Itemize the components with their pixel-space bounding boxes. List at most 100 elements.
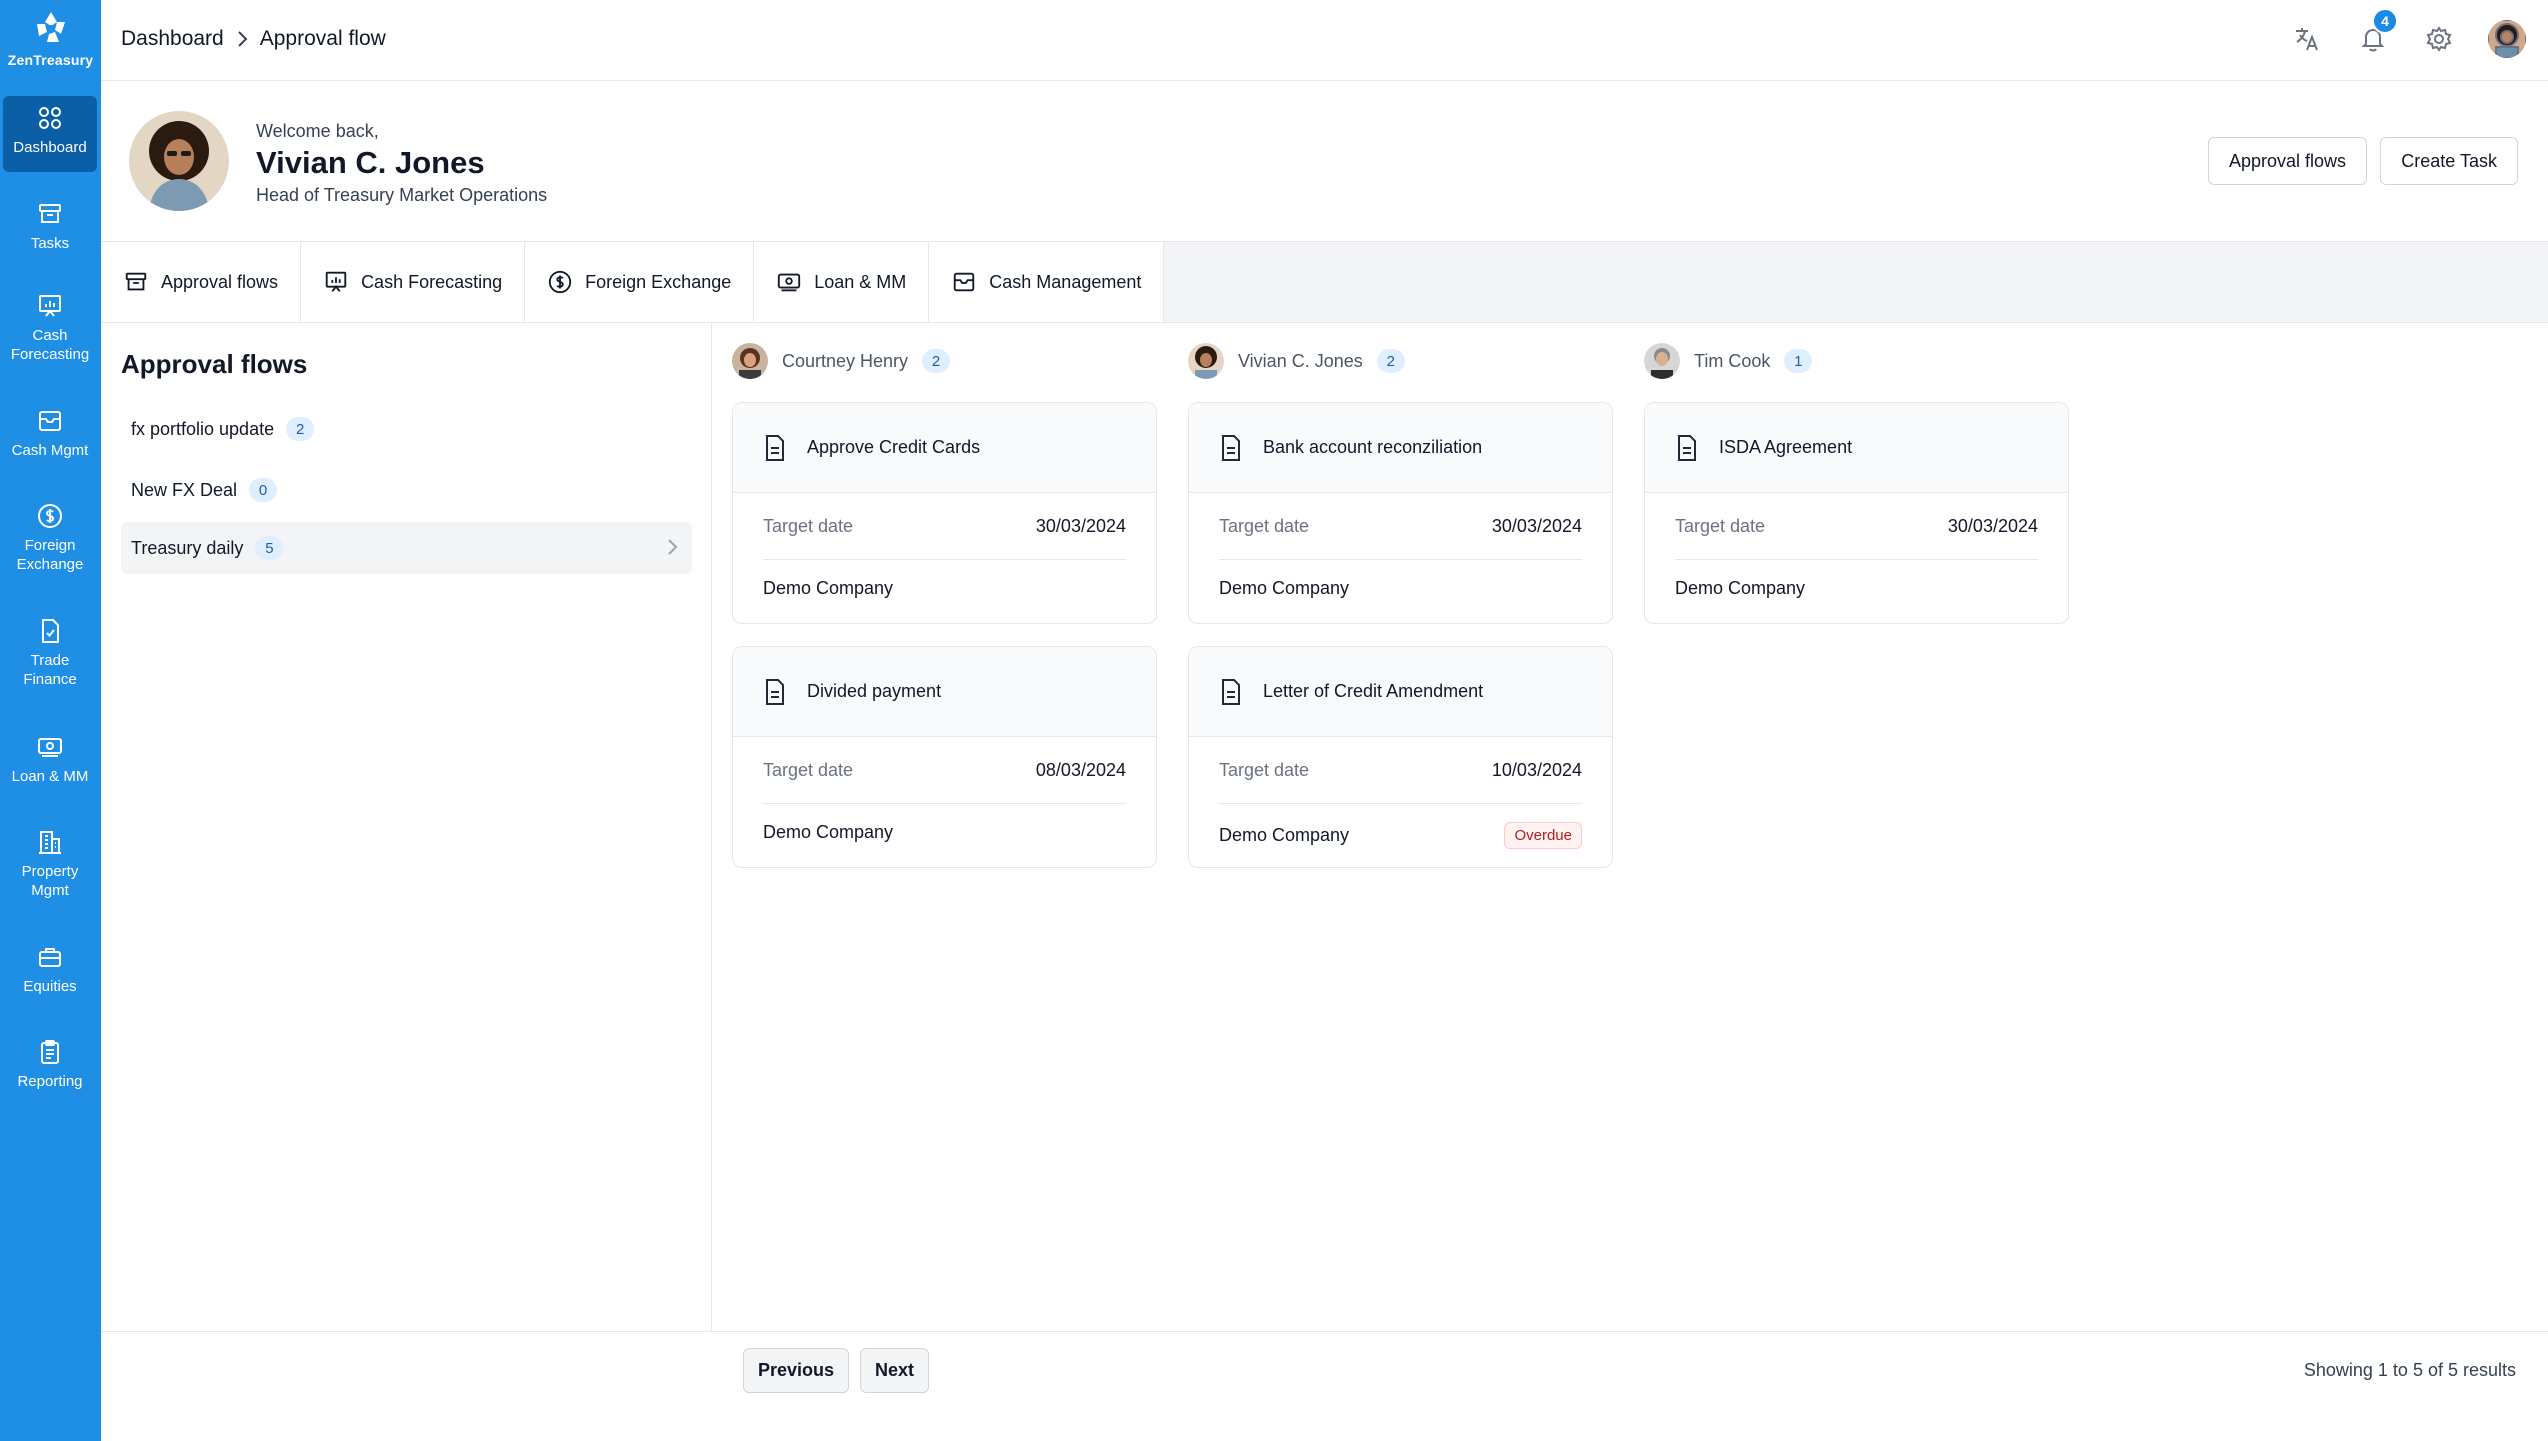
task-card[interactable]: Approve Credit Cards Target date 30/03/2…: [732, 402, 1157, 624]
flow-item-new-fx-deal[interactable]: New FX Deal 0: [121, 464, 692, 516]
card-title: Letter of Credit Amendment: [1263, 681, 1484, 701]
card-date-row: Target date 08/03/2024: [763, 760, 1126, 804]
assignee-column-header: Tim Cook 1: [1644, 343, 1813, 379]
sidebar-item-cash-mgmt[interactable]: Cash Mgmt: [3, 407, 97, 460]
tab-approval-flows[interactable]: Approval flows: [101, 242, 302, 322]
create-task-button[interactable]: Create Task: [2380, 137, 2518, 185]
sidebar-item-cash-forecasting[interactable]: Cash Forecasting: [3, 292, 97, 364]
tab-cash-forecasting[interactable]: Cash Forecasting: [301, 242, 526, 322]
card-title: Bank account reconziliation: [1263, 437, 1483, 457]
translate-button[interactable]: [2290, 22, 2324, 56]
notifications-button[interactable]: 4: [2356, 8, 2398, 56]
sidebar-item-equities[interactable]: Equities: [3, 943, 97, 996]
sidebar-item-reporting[interactable]: Reporting: [3, 1038, 97, 1091]
breadcrumb-dashboard-link[interactable]: Dashboard: [121, 27, 224, 51]
card-date-row: Target date 10/03/2024: [1219, 760, 1582, 804]
company-name: Demo Company: [1675, 578, 1806, 598]
tab-label: Cash Forecasting: [361, 271, 503, 292]
card-title: Divided payment: [807, 681, 942, 701]
tab-label: Approval flows: [161, 271, 279, 292]
translate-icon: [2296, 28, 2318, 51]
cash-tray-icon: [39, 411, 61, 431]
user-avatar-button[interactable]: [2488, 20, 2526, 58]
dollar-circle-icon: [548, 270, 572, 294]
target-date: 10/03/2024: [1491, 760, 1582, 780]
breadcrumb-current: Approval flow: [259, 27, 386, 50]
assignee-name: Tim Cook: [1694, 350, 1771, 371]
chart-presentation-icon: [325, 271, 347, 292]
building-icon: [39, 831, 61, 854]
next-page-button[interactable]: Next: [860, 1348, 930, 1393]
dashboard-grid-icon: [39, 107, 61, 129]
tab-foreign-exchange[interactable]: Foreign Exchange: [525, 242, 755, 322]
task-card[interactable]: Divided payment Target date 08/03/2024 D…: [732, 646, 1157, 868]
banknote-icon: [778, 273, 801, 292]
assignee-count-badge: 2: [1376, 349, 1405, 373]
target-date: 30/03/2024: [1491, 516, 1582, 536]
tab-cash-management[interactable]: Cash Management: [929, 242, 1165, 322]
card-company-row: Demo Company: [1675, 578, 2038, 599]
chevron-right-icon: [238, 31, 248, 47]
assignee-column-header: Vivian C. Jones 2: [1188, 343, 1405, 379]
approval-flows-button[interactable]: Approval flows: [2207, 137, 2367, 185]
sidebar-item-foreign-exchange[interactable]: Foreign Exchange: [3, 502, 97, 574]
sidebar-item-tasks[interactable]: Tasks: [3, 200, 97, 253]
avatar-courtney-image: [732, 343, 768, 379]
document-icon: [766, 678, 784, 705]
flow-count-badge: 0: [249, 478, 278, 502]
date-label: Target date: [1219, 760, 1310, 780]
flow-item-label: Treasury daily: [131, 537, 244, 558]
assignee-count-badge: 1: [1784, 349, 1813, 373]
assignee-column-header: Courtney Henry 2: [732, 343, 951, 379]
avatar: [1644, 343, 1680, 379]
company-name: Demo Company: [763, 578, 894, 598]
previous-page-button[interactable]: Previous: [743, 1348, 850, 1393]
card-header: Letter of Credit Amendment: [1189, 647, 1612, 737]
results-summary: Showing 1 to 5 of 5 results: [2303, 1360, 2516, 1380]
sidebar-item-label: Trade Finance: [23, 652, 77, 688]
card-date-row: Target date 30/03/2024: [1675, 516, 2038, 560]
sidebar-item-label: Cash Mgmt: [11, 442, 89, 459]
brand-name: ZenTreasury: [7, 52, 94, 68]
pagination-footer: Previous Next Showing 1 to 5 of 5 result…: [101, 1331, 2548, 1441]
flow-item-treasury-daily[interactable]: Treasury daily 5: [121, 522, 692, 574]
tab-label: Cash Management: [989, 271, 1142, 292]
overdue-status-badge: Overdue: [1504, 822, 1582, 849]
flow-item-label: fx portfolio update: [131, 418, 275, 439]
assignee-name: Vivian C. Jones: [1238, 350, 1363, 371]
sidebar-item-label: Equities: [23, 978, 77, 995]
target-date: 30/03/2024: [1947, 516, 2038, 536]
chevron-right-icon: [666, 538, 678, 561]
tab-loan-mm[interactable]: Loan & MM: [754, 242, 930, 322]
task-card[interactable]: ISDA Agreement Target date 30/03/2024 De…: [1644, 402, 2069, 624]
document-icon: [1222, 434, 1240, 461]
sidebar-item-label: Tasks: [30, 235, 70, 252]
sidebar-item-loan-mm[interactable]: Loan & MM: [3, 733, 97, 786]
approval-flows-panel: Approval flows fx portfolio update 2 New…: [101, 323, 712, 1331]
date-label: Target date: [763, 760, 854, 780]
sidebar-item-dashboard[interactable]: Dashboard: [3, 96, 97, 172]
date-label: Target date: [1219, 516, 1310, 536]
sidebar-item-property-mgmt[interactable]: Property Mgmt: [3, 828, 97, 900]
panel-title: Approval flows: [121, 349, 308, 379]
assignee-count-badge: 2: [922, 349, 951, 373]
sidebar-item-trade-finance[interactable]: Trade Finance: [3, 617, 97, 689]
task-card[interactable]: Letter of Credit Amendment Target date 1…: [1188, 646, 1613, 868]
dollar-circle-icon: [38, 504, 62, 528]
flow-count-badge: 2: [286, 417, 315, 441]
user-role: Head of Treasury Market Operations: [256, 185, 548, 205]
avatar: [732, 343, 768, 379]
flow-item-fx-portfolio-update[interactable]: fx portfolio update 2: [121, 403, 692, 455]
sidebar: ZenTreasury Dashboard Tasks Cash Forecas…: [0, 0, 101, 1441]
gear-icon: [2426, 26, 2452, 52]
topbar-actions: 4: [2290, 8, 2526, 58]
target-date: 08/03/2024: [1035, 760, 1126, 780]
settings-button[interactable]: [2422, 22, 2456, 56]
task-card[interactable]: Bank account reconziliation Target date …: [1188, 402, 1613, 624]
card-date-row: Target date 30/03/2024: [763, 516, 1126, 560]
flow-count-badge: 5: [255, 536, 284, 560]
profile-avatar: [129, 111, 229, 211]
brand-logo[interactable]: ZenTreasury: [0, 8, 101, 68]
card-header: Bank account reconziliation: [1189, 403, 1612, 493]
card-title: ISDA Agreement: [1719, 437, 1853, 457]
